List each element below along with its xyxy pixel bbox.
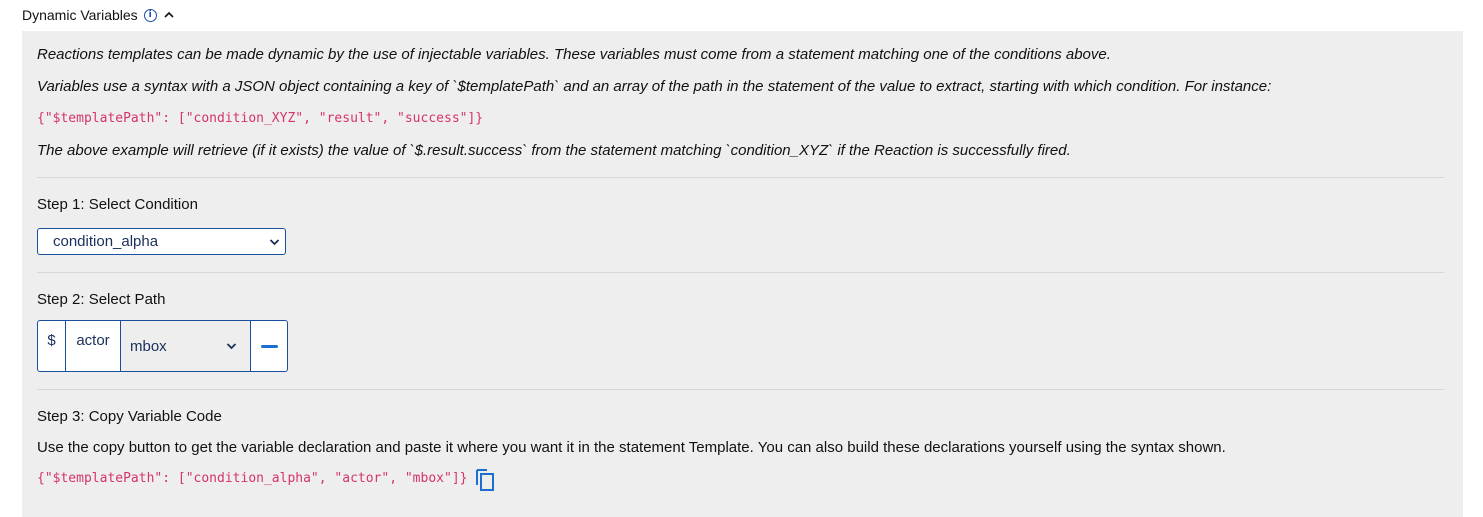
chevron-down-icon bbox=[226, 343, 237, 350]
step2-title: Step 2: Select Path bbox=[37, 291, 166, 308]
step1-title: Step 1: Select Condition bbox=[37, 196, 198, 213]
condition-select-value: condition_alpha bbox=[53, 233, 159, 250]
step3-title: Step 3: Copy Variable Code bbox=[37, 408, 222, 425]
remove-path-button[interactable] bbox=[251, 321, 287, 371]
path-select-value: mbox bbox=[130, 337, 167, 355]
chevron-up-icon[interactable] bbox=[163, 9, 175, 21]
dynamic-variables-panel: Reactions templates can be made dynamic … bbox=[22, 31, 1463, 517]
divider bbox=[37, 389, 1444, 390]
intro-text-1: Reactions templates can be made dynamic … bbox=[37, 46, 1111, 63]
info-icon[interactable]: i bbox=[143, 8, 157, 22]
path-root: $ bbox=[38, 321, 66, 371]
path-segment-actor: actor bbox=[66, 321, 121, 371]
dynamic-variables-header[interactable]: Dynamic Variables i bbox=[22, 7, 175, 23]
copy-icon[interactable] bbox=[475, 468, 495, 492]
section-title: Dynamic Variables bbox=[22, 7, 138, 23]
condition-select[interactable]: condition_alpha bbox=[37, 228, 286, 255]
step3-description: Use the copy button to get the variable … bbox=[37, 439, 1226, 456]
path-select[interactable]: mbox bbox=[121, 321, 251, 371]
minus-icon bbox=[260, 344, 278, 348]
intro-text-3: The above example will retrieve (if it e… bbox=[37, 142, 1071, 159]
variable-code-row: {"$templatePath": ["condition_alpha", "a… bbox=[37, 468, 495, 492]
path-builder: $ actor mbox bbox=[37, 320, 288, 372]
variable-code: {"$templatePath": ["condition_alpha", "a… bbox=[37, 471, 468, 486]
divider bbox=[37, 272, 1444, 273]
example-code: {"$templatePath": ["condition_XYZ", "res… bbox=[37, 111, 484, 126]
intro-text-2: Variables use a syntax with a JSON objec… bbox=[37, 78, 1272, 95]
chevron-down-icon bbox=[269, 238, 280, 245]
divider bbox=[37, 177, 1444, 178]
